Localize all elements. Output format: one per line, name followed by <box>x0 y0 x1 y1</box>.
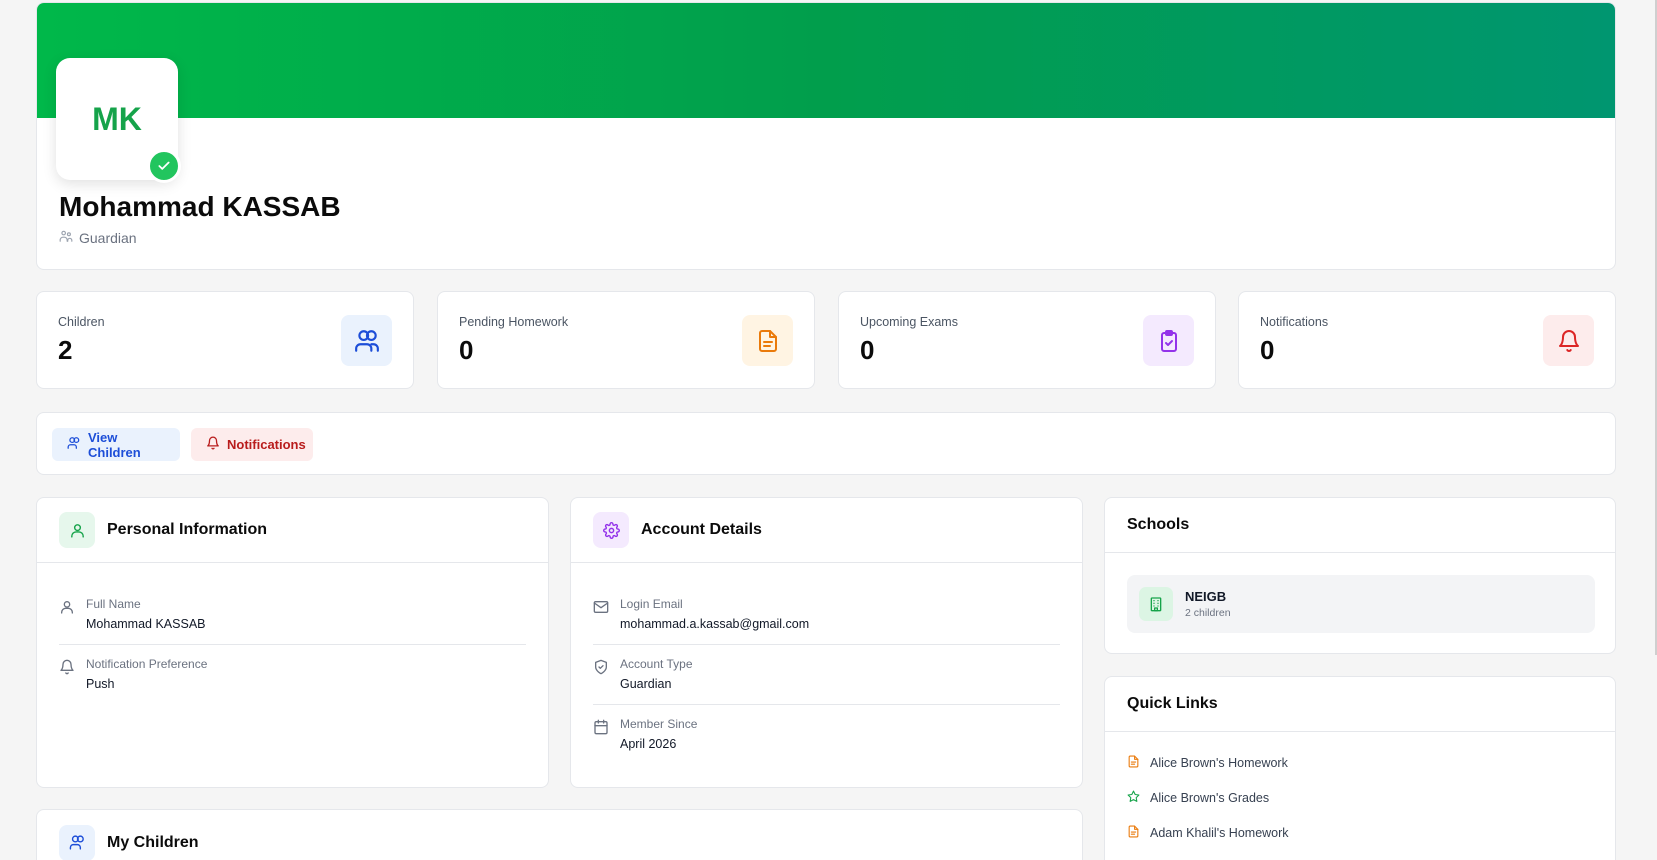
family-icon <box>59 229 73 246</box>
view-children-label: View Children <box>88 429 141 460</box>
verified-check-icon <box>147 149 181 183</box>
quick-link-label: Alice Brown's Grades <box>1150 791 1270 805</box>
info-value: mohammad.a.kassab@gmail.com <box>620 617 810 631</box>
divider <box>593 704 1060 705</box>
mail-icon <box>593 599 609 615</box>
quick-link-adam-homework[interactable]: Adam Khalil's Homework <box>1127 825 1289 841</box>
stat-card-pending-homework: Pending Homework 0 <box>437 291 815 389</box>
quick-link-alice-homework[interactable]: Alice Brown's Homework <box>1127 755 1288 771</box>
notifications-button[interactable]: Notifications <box>191 428 313 461</box>
stat-label: Children <box>58 315 105 329</box>
info-label: Notification Preference <box>86 657 208 671</box>
profile-banner <box>37 3 1615 118</box>
clipboard-check-icon <box>1143 315 1194 366</box>
stat-card-upcoming-exams: Upcoming Exams 0 <box>838 291 1216 389</box>
account-details-panel: Account Details Login Email mohammad.a.k… <box>570 497 1083 788</box>
school-item[interactable]: NEIGB 2 children <box>1127 575 1595 633</box>
info-label: Account Type <box>620 657 693 671</box>
panel-header: Quick Links <box>1105 677 1615 732</box>
calendar-icon <box>593 719 609 735</box>
stat-value: 0 <box>459 335 474 365</box>
quick-links-panel: Quick Links Alice Brown's Homework Alice… <box>1104 676 1616 860</box>
info-row-account-type: Account Type Guardian <box>593 657 693 691</box>
profile-card: MK Mohammad KASSAB Guardian <box>36 2 1616 270</box>
panel-title: Quick Links <box>1127 695 1218 712</box>
view-children-button[interactable]: View Children <box>52 428 180 461</box>
bell-icon <box>206 436 220 453</box>
users-icon <box>67 436 81 453</box>
star-icon <box>1127 790 1140 806</box>
divider <box>593 644 1060 645</box>
gear-icon <box>593 512 629 548</box>
stat-label: Upcoming Exams <box>860 315 958 329</box>
stat-card-children: Children 2 <box>36 291 414 389</box>
info-row-login-email: Login Email mohammad.a.kassab@gmail.com <box>593 597 809 631</box>
info-value: Push <box>86 677 115 691</box>
actions-bar: View Children Notifications <box>36 412 1616 475</box>
info-label: Login Email <box>620 597 683 611</box>
info-value: Mohammad KASSAB <box>86 617 206 631</box>
quick-link-label: Adam Khalil's Homework <box>1150 826 1289 840</box>
personal-information-panel: Personal Information Full Name Mohammad … <box>36 497 549 788</box>
bell-icon <box>59 659 75 675</box>
info-value: Guardian <box>620 677 672 691</box>
info-label: Member Since <box>620 717 698 731</box>
info-label: Full Name <box>86 597 141 611</box>
panel-title: Account Details <box>641 521 762 538</box>
info-row-notification-preference: Notification Preference Push <box>59 657 207 691</box>
panel-header: Account Details <box>571 498 1082 563</box>
school-children-count: 2 children <box>1185 607 1231 619</box>
school-name: NEIGB <box>1185 589 1227 604</box>
document-icon <box>742 315 793 366</box>
panel-header: My Children <box>37 810 1082 860</box>
profile-role-label: Guardian <box>79 229 137 246</box>
document-icon <box>1127 825 1140 841</box>
stat-value: 2 <box>58 335 73 365</box>
panel-header: Schools <box>1105 498 1615 553</box>
panel-title: Schools <box>1127 516 1190 533</box>
info-row-member-since: Member Since April 2026 <box>593 717 697 751</box>
panel-title: My Children <box>107 833 199 851</box>
profile-role: Guardian <box>59 229 137 246</box>
stat-value: 0 <box>1260 335 1275 365</box>
schools-panel: Schools NEIGB 2 children <box>1104 497 1616 654</box>
info-value: April 2026 <box>620 737 677 751</box>
shield-icon <box>593 659 609 675</box>
divider <box>59 644 526 645</box>
panel-title: Personal Information <box>107 521 268 538</box>
quick-link-label: Alice Brown's Homework <box>1150 756 1288 770</box>
users-icon <box>59 824 95 860</box>
notifications-label: Notifications <box>227 437 306 452</box>
user-icon <box>59 512 95 548</box>
stat-label: Notifications <box>1260 315 1329 329</box>
my-children-panel: My Children <box>36 809 1083 860</box>
quick-link-alice-grades[interactable]: Alice Brown's Grades <box>1127 790 1269 806</box>
panel-header: Personal Information <box>37 498 548 563</box>
avatar-initials: MK <box>92 100 142 137</box>
users-icon <box>341 315 392 366</box>
stat-value: 0 <box>860 335 875 365</box>
building-icon <box>1139 587 1173 621</box>
stat-card-notifications: Notifications 0 <box>1238 291 1616 389</box>
document-icon <box>1127 755 1140 771</box>
stat-label: Pending Homework <box>459 315 569 329</box>
bell-icon <box>1543 315 1594 366</box>
info-row-full-name: Full Name Mohammad KASSAB <box>59 597 206 631</box>
user-icon <box>59 599 75 615</box>
profile-name: Mohammad KASSAB <box>59 191 341 222</box>
